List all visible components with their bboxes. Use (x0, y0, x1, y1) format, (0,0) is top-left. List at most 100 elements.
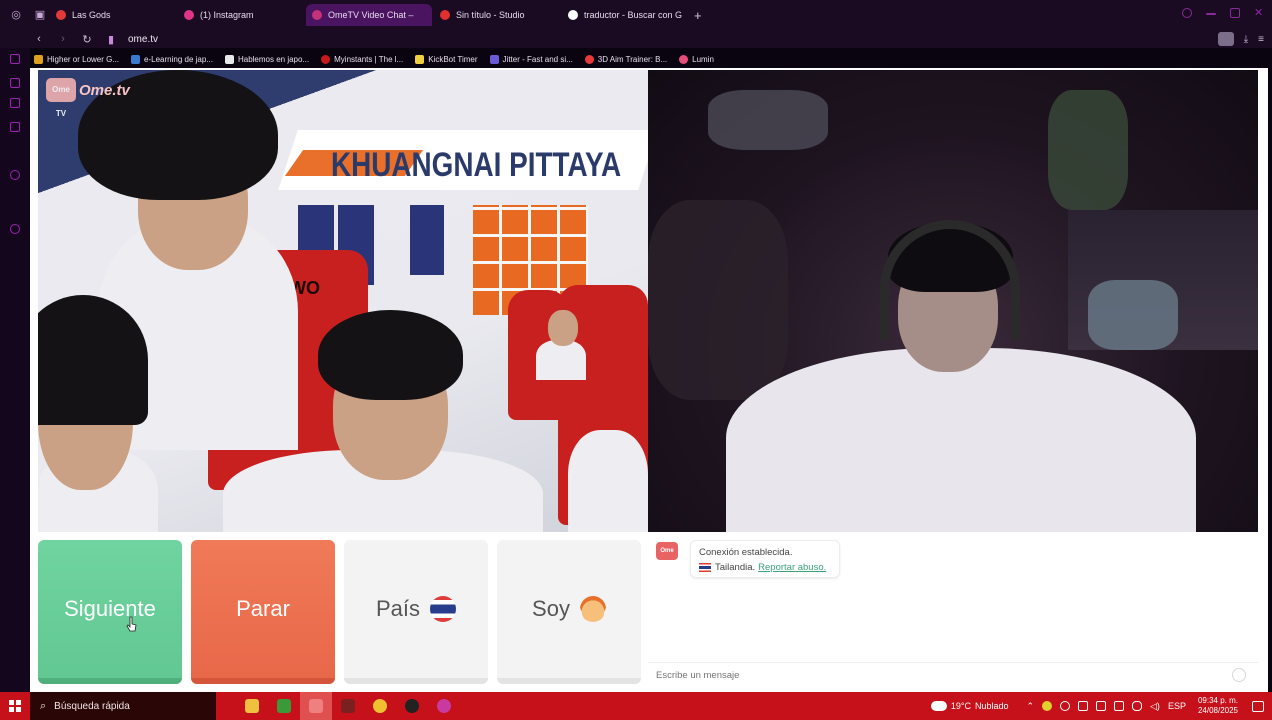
menu-icon[interactable]: ≡ (1258, 34, 1264, 45)
profile-avatar[interactable] (1217, 32, 1234, 46)
download-icon[interactable]: ⤓ (1244, 34, 1248, 45)
gender-button[interactable]: Soy (497, 540, 641, 684)
system-tray: 19°C Nublado ⌃ ◁) ESP 09:34 p. m. 24/08/… (930, 692, 1272, 720)
tab-ometv[interactable]: OmeTV Video Chat – (306, 4, 432, 26)
bookmark-item[interactable]: Lumin (679, 54, 714, 64)
country-button[interactable]: País (344, 540, 488, 684)
network-icon[interactable] (1114, 701, 1125, 711)
bookmark-item[interactable]: 3D Aim Trainer: B... (584, 54, 667, 64)
bookmark-favicon-icon (415, 54, 425, 64)
maximize-icon[interactable] (1230, 8, 1240, 18)
person-shirt (536, 340, 586, 380)
chat-message-input[interactable] (656, 666, 1226, 684)
bookmark-favicon-icon (584, 54, 594, 64)
bookmark-label: Higher or Lower G... (47, 54, 120, 64)
microphone-icon[interactable] (1132, 701, 1143, 711)
taskbar-app[interactable] (332, 692, 364, 720)
minimize-icon[interactable] (1206, 13, 1216, 15)
sidebar-messenger-icon[interactable] (10, 98, 20, 108)
start-button[interactable] (0, 692, 30, 720)
taskbar-minecraft[interactable] (268, 692, 300, 720)
app-icon (341, 699, 355, 713)
tray-app-icon[interactable] (1060, 701, 1071, 711)
thailand-flag-icon (699, 563, 711, 572)
youtube-studio-icon (440, 10, 450, 20)
close-icon[interactable]: ✕ (1254, 8, 1264, 19)
person-hair (318, 310, 463, 400)
notifications-icon[interactable] (1252, 700, 1264, 712)
volume-icon[interactable]: ◁) (1150, 701, 1160, 712)
taskbar-app-active[interactable] (300, 692, 332, 720)
tray-app-icon[interactable] (1096, 701, 1107, 711)
bookmark-favicon-icon (224, 54, 234, 64)
sidebar-speed-dial-icon[interactable] (10, 54, 20, 64)
bookmarks-bar: Higher or Lower G... e-Learning de jap..… (30, 50, 1272, 68)
taskbar-app[interactable] (364, 692, 396, 720)
google-icon (568, 10, 578, 20)
new-tab-button[interactable]: + (690, 8, 702, 23)
taskbar-search[interactable]: ⌕ Búsqueda rápida (30, 692, 216, 720)
windows-taskbar: ⌕ Búsqueda rápida 19°C Nublado ⌃ ◁) ESP … (0, 692, 1272, 720)
tray-app-icon[interactable] (1042, 701, 1053, 711)
emoji-picker-icon[interactable] (1232, 668, 1246, 682)
chat-panel: Ome TV Conexión establecida. Tailandia. … (648, 534, 1258, 690)
sidebar-twitch-icon[interactable] (10, 78, 20, 88)
bookmark-item[interactable]: KickBot Timer (415, 54, 478, 64)
sidebar-settings-icon[interactable] (10, 224, 20, 234)
stop-button[interactable]: Parar (191, 540, 335, 684)
system-message: Conexión establecida. Tailandia. Reporta… (690, 540, 840, 578)
sidebar-instagram-icon[interactable] (10, 122, 20, 132)
forward-icon[interactable]: › (54, 33, 72, 45)
search-tabs-icon[interactable] (1182, 8, 1192, 18)
room-clothes (708, 90, 828, 150)
wall-decor (410, 205, 444, 275)
bookmark-label: Lumin (692, 54, 714, 64)
clock-time: 09:34 p. m. (1197, 696, 1238, 705)
tab-las-gods[interactable]: Las Gods (50, 4, 176, 26)
chat-divider (648, 662, 1258, 663)
boy-emoji-icon (579, 596, 606, 622)
bookmark-favicon-icon (34, 54, 43, 64)
next-button[interactable]: Siguiente (38, 540, 182, 684)
taskbar-browser[interactable] (428, 692, 460, 720)
workspaces-icon[interactable]: ▣ (34, 9, 46, 21)
bookmark-label: Myinstants | The l... (334, 54, 404, 64)
clock[interactable]: 09:34 p. m. 24/08/2025 (1198, 696, 1238, 716)
bookmark-favicon-icon (131, 54, 141, 64)
url-field[interactable]: ome.tv (128, 34, 158, 45)
bookmark-item[interactable]: Hablemos en japo... (224, 54, 309, 64)
taskbar-app[interactable] (396, 692, 428, 720)
tab-traductor[interactable]: traductor - Buscar con G (562, 4, 688, 26)
ometv-chat-logo-icon: Ome TV (656, 542, 678, 572)
country-text: Tailandia. (715, 562, 756, 573)
bookmark-item[interactable]: Myinstants | The l... (321, 54, 404, 64)
bookmark-item[interactable]: Jitter - Fast and si... (489, 54, 573, 64)
instagram-icon (184, 10, 194, 20)
camera-permission-icon[interactable]: ▮ (102, 33, 120, 46)
country-button-label: País (375, 596, 421, 621)
bookmark-favicon-icon (321, 54, 331, 64)
window-controls: ✕ (1182, 8, 1264, 19)
ometv-logo: Ome TV Ome.tv (46, 78, 130, 118)
language-indicator[interactable]: ESP (1168, 701, 1186, 711)
minecraft-icon (277, 699, 291, 713)
bookmark-label: e-Learning de jap... (144, 54, 213, 64)
tray-app-icon[interactable] (1078, 701, 1089, 711)
sidebar-player-icon[interactable] (10, 170, 20, 180)
tab-studio[interactable]: Sin título - Studio (434, 4, 560, 26)
weather-widget[interactable]: 19°C Nublado (930, 701, 1008, 711)
bookmark-item[interactable]: e-Learning de jap... (131, 54, 213, 64)
back-icon[interactable]: ‹ (30, 33, 48, 45)
reload-icon[interactable]: ↻ (78, 33, 96, 46)
report-abuse-link[interactable]: Reportar abuso. (758, 562, 826, 573)
taskbar-file-explorer[interactable] (236, 692, 268, 720)
school-sign-text: KHUANGNAI PITTAYA (331, 146, 622, 184)
chevron-up-icon[interactable]: ⌃ (1026, 701, 1034, 712)
connection-status-text: Conexión establecida. (699, 547, 793, 558)
browser-logo-icon[interactable]: ◎ (10, 9, 22, 21)
bookmark-item[interactable]: Higher or Lower G... (34, 54, 120, 64)
address-bar-right: ⤓ ≡ (1217, 32, 1264, 46)
stop-button-label: Parar (236, 596, 290, 621)
tab-instagram[interactable]: (1) Instagram (178, 4, 304, 26)
room-clothes (1088, 280, 1178, 350)
